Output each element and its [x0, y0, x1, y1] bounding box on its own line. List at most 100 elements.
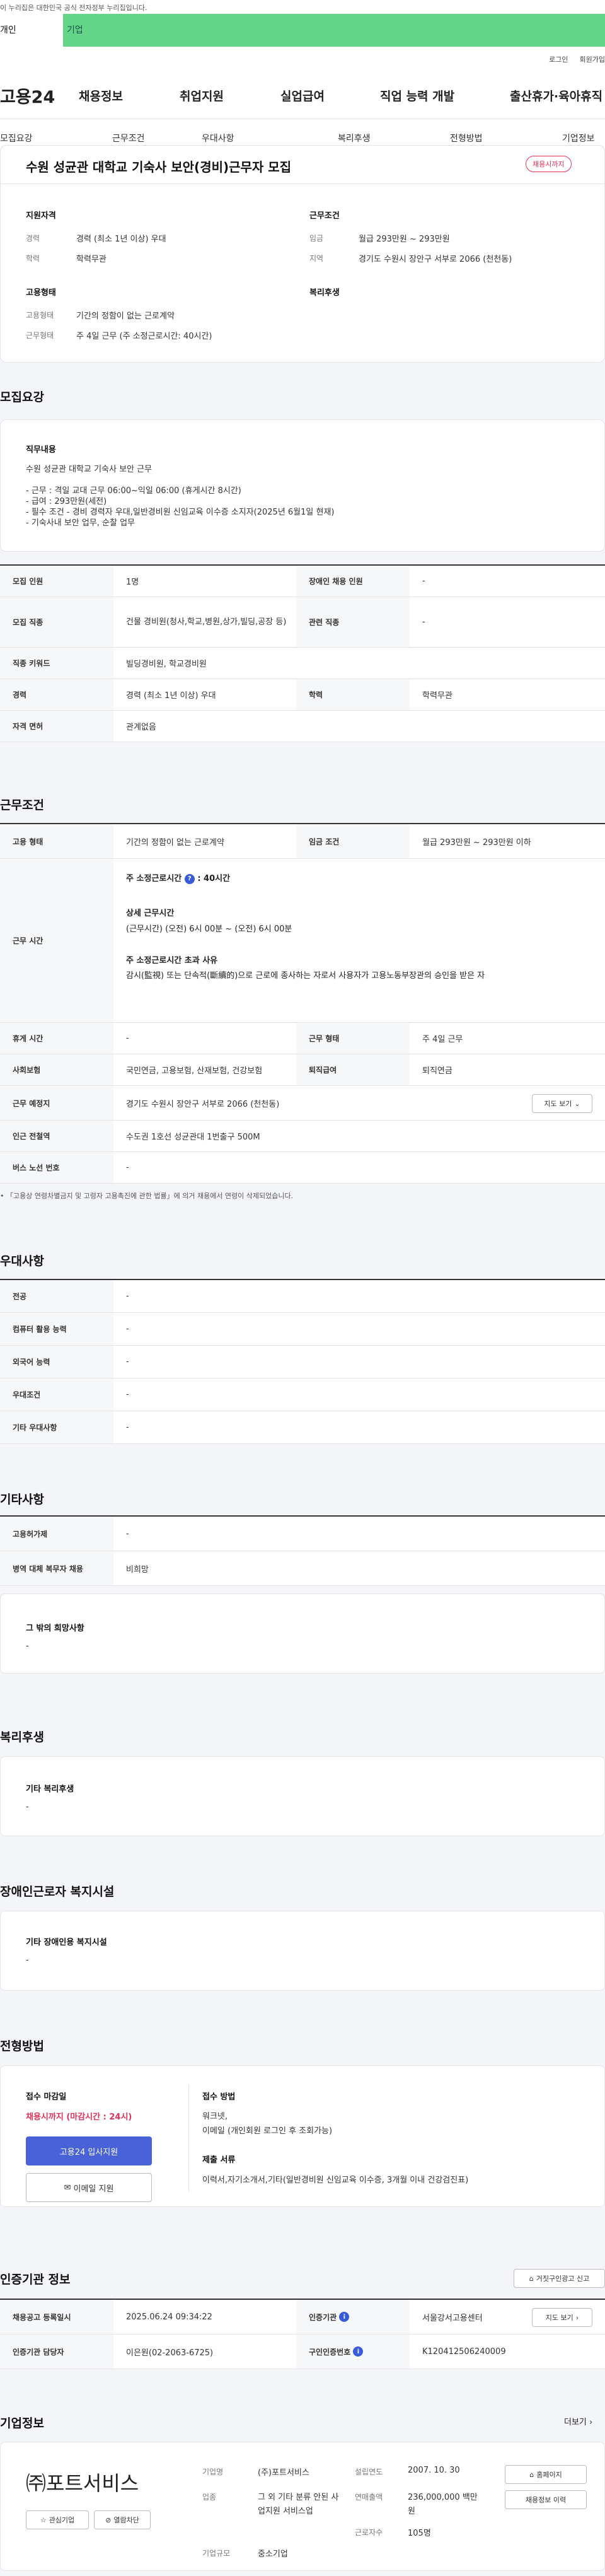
- info-icon[interactable]: i: [353, 2346, 364, 2357]
- section-title-preference: 우대사항: [0, 1254, 44, 1268]
- th-insurance: 사회보험: [0, 1054, 113, 1085]
- home-icon: ⌂: [529, 2274, 534, 2283]
- nav-item-jobs[interactable]: 채용정보: [79, 87, 180, 104]
- map-button[interactable]: 지도 보기 ⌄: [532, 1094, 592, 1113]
- subnav-company[interactable]: 기업정보: [562, 132, 595, 144]
- gov-banner: 이 누리집은 대한민국 공식 전자정부 누리집입니다.: [0, 0, 605, 14]
- login-link[interactable]: 로그인: [549, 54, 568, 64]
- td-workplace: 경기도 수원시 장안구 서부로 2066 (천천동): [126, 1099, 280, 1109]
- exceed-reason-title: 주 소정근로시간 초과 사유: [126, 956, 218, 965]
- co-revenue-value: 236,000,000 백만원: [408, 2493, 478, 2516]
- th-license: 자격 면허: [0, 711, 113, 742]
- section-title-disability: 장애인근로자 복지시설: [0, 1885, 115, 1899]
- cond-title: 근무조건: [309, 211, 340, 221]
- th-headcount: 모집 인원: [0, 566, 113, 597]
- co-name-value: (주)포트서비스: [258, 2468, 309, 2478]
- agency-table: 채용공고 등록일시 2025.06.24 09:34:22 인증기관 i 서울강서고용…: [0, 2299, 605, 2369]
- th-work-form: 근무 형태: [296, 1023, 410, 1054]
- job-title: 수원 성균관 대학교 기숙사 보안(경비)근무자 모집: [26, 160, 292, 175]
- nav-item-parental-leave[interactable]: 출산휴가·육아휴직: [510, 87, 602, 104]
- chevron-down-icon: ⌄: [574, 1099, 580, 1108]
- nav-item-unemployment[interactable]: 실업급여: [280, 87, 380, 104]
- type-value: 기간의 정함이 없는 근로계약: [76, 312, 175, 321]
- work-value: 주 4일 근무 (주 소정근로시간: 40시간): [76, 332, 212, 341]
- other-wish-box: 그 밖의 희망사항 -: [0, 1594, 605, 1674]
- th-disabled-headcount: 장애인 채용 인원: [296, 566, 410, 597]
- info-icon[interactable]: i: [339, 2312, 350, 2322]
- docs-value: 이력서,자기소개서,기타(일반경비원 신임교육 이수증, 3개월 이내 건강검진…: [202, 2176, 469, 2185]
- apply-button[interactable]: 고용24 입사지원: [26, 2136, 152, 2165]
- th-worktime: 근무 시간: [0, 859, 113, 1022]
- tab-enterprise[interactable]: 기업: [63, 14, 605, 47]
- duty-line: [26, 475, 335, 486]
- td-pref-etc: -: [126, 1423, 129, 1432]
- more-link[interactable]: 더보기 ›: [564, 2415, 592, 2427]
- subnav-selection[interactable]: 전형방법: [450, 132, 483, 144]
- deadline-badge: 채용시까지: [526, 156, 572, 172]
- th-posted: 채용공고 등록일시: [0, 2300, 113, 2334]
- duty-line: - 근무 : 격일 교대 근무 06:00~익일 06:00 (휴게시간 8시간…: [26, 486, 241, 496]
- td-keyword: 빌딩경비원, 학교경비원: [126, 660, 207, 669]
- summary-card: 수원 성균관 대학교 기숙사 보안(경비)근무자 모집 채용시까지 지원자격 경…: [0, 145, 605, 363]
- condition-table: 고용 형태 기간의 정함이 없는 근로계약 임금 조건 월급 293만원 ~ 293만…: [0, 823, 605, 1184]
- th-bus: 버스 노선 번호: [0, 1152, 113, 1183]
- th-keyword: 직종 키워드: [0, 648, 113, 679]
- report-button[interactable]: ⌂ 거짓구인광고 신고: [514, 2269, 605, 2288]
- th-military: 병역 대체 복무자 채용: [0, 1551, 113, 1585]
- subnav-preference[interactable]: 우대사항: [202, 132, 234, 144]
- nav-item-training[interactable]: 직업 능력 개발: [380, 87, 510, 104]
- th-workplace: 근무 예정지: [0, 1086, 113, 1120]
- td-insurance: 국민연금, 고용보험, 산재보험, 건강보험: [126, 1066, 263, 1076]
- selection-box: 접수 마감일 채용시까지 (마감시간 : 24시) 고용24 입사지원 ✉ 이메일…: [0, 2065, 605, 2207]
- join-link[interactable]: 회원가입: [580, 54, 605, 64]
- weekly-hours-value: : 40시간: [197, 874, 231, 883]
- age-note: • 「고용상 연령차별금지 및 고령자 고용촉진에 관한 법률」에 의거 채용에…: [0, 1192, 294, 1200]
- duty-line: - 필수 조건 - 경비 경력자 우대,일반경비원 신임교육 이수증 소지자(2…: [26, 508, 335, 517]
- section-title-agency: 인증기관 정보: [0, 2273, 71, 2287]
- nav-item-employment-support[interactable]: 취업지원: [180, 87, 280, 104]
- td-military: 비희망: [126, 1565, 149, 1575]
- th-emp-type: 고용 형태: [0, 824, 113, 858]
- th-edu: 학력: [296, 679, 410, 710]
- subnav-condition[interactable]: 근무조건: [112, 132, 145, 144]
- th-career: 경력: [0, 679, 113, 710]
- td-emp-type: 기간의 정함이 없는 근로계약: [126, 837, 224, 848]
- duty-box: 직무내용 수원 성균관 대학교 기숙사 보안 근무 - 근무 : 격일 교대 근무…: [0, 419, 605, 552]
- deadline-title: 접수 마감일: [26, 2092, 67, 2102]
- company-box: ㈜포트서비스 ☆ 관심기업 ⊘ 열람차단 기업명 (주)포트서비스 업종 그 외 기…: [0, 2442, 605, 2571]
- td-pref-cond: -: [126, 1390, 129, 1399]
- disability-title: 기타 장애인용 복지시설: [26, 1938, 107, 1947]
- subnav-recruit[interactable]: 모집요강: [0, 132, 33, 144]
- etc-table: 고용허가제 - 병역 대체 복무자 채용 비희망: [0, 1515, 605, 1586]
- favorite-button[interactable]: ☆ 관심기업: [26, 2510, 89, 2529]
- weekly-hours-label: 주 소정근로시간: [126, 874, 182, 883]
- agency-map-button[interactable]: 지도 보기 ›: [532, 2308, 592, 2327]
- co-revenue-label: 연매출액: [355, 2493, 383, 2502]
- area-label: 지역: [309, 254, 324, 263]
- tab-individual[interactable]: 개인: [0, 14, 63, 47]
- edu-label: 학력: [26, 254, 40, 263]
- method-line-1: 워크넷,: [202, 2112, 228, 2121]
- docs-title: 제출 서류: [202, 2155, 236, 2165]
- section-title-etc: 기타사항: [0, 1493, 44, 1507]
- chevron-right-icon: ›: [575, 2313, 579, 2322]
- subnav-welfare[interactable]: 복리후생: [338, 132, 371, 144]
- block-button[interactable]: ⊘ 열람차단: [94, 2510, 151, 2529]
- th-major: 전공: [0, 1280, 113, 1312]
- homepage-button[interactable]: ⌂ 홈페이지: [505, 2465, 587, 2484]
- td-break: -: [126, 1034, 129, 1043]
- duty-line: 수원 성균관 대학교 기숙사 보안 근무: [26, 465, 153, 474]
- th-language: 외국어 능력: [0, 1346, 113, 1378]
- th-pref-cond: 우대조건: [0, 1378, 113, 1411]
- email-apply-button[interactable]: ✉ 이메일 지원: [26, 2173, 152, 2202]
- job-history-button[interactable]: 채용정보 이력: [505, 2490, 587, 2509]
- section-title-recruit: 모집요강: [0, 390, 44, 404]
- logo[interactable]: 고용24: [0, 83, 79, 108]
- type-label: 고용형태: [26, 311, 54, 320]
- td-bus: -: [126, 1163, 129, 1172]
- qual-title: 지원자격: [26, 211, 56, 221]
- help-icon[interactable]: ?: [184, 873, 195, 884]
- career-label: 경력: [26, 234, 40, 243]
- th-permit: 고용허가제: [0, 1517, 113, 1551]
- wage-value: 월급 293만원 ~ 293만원: [359, 235, 450, 244]
